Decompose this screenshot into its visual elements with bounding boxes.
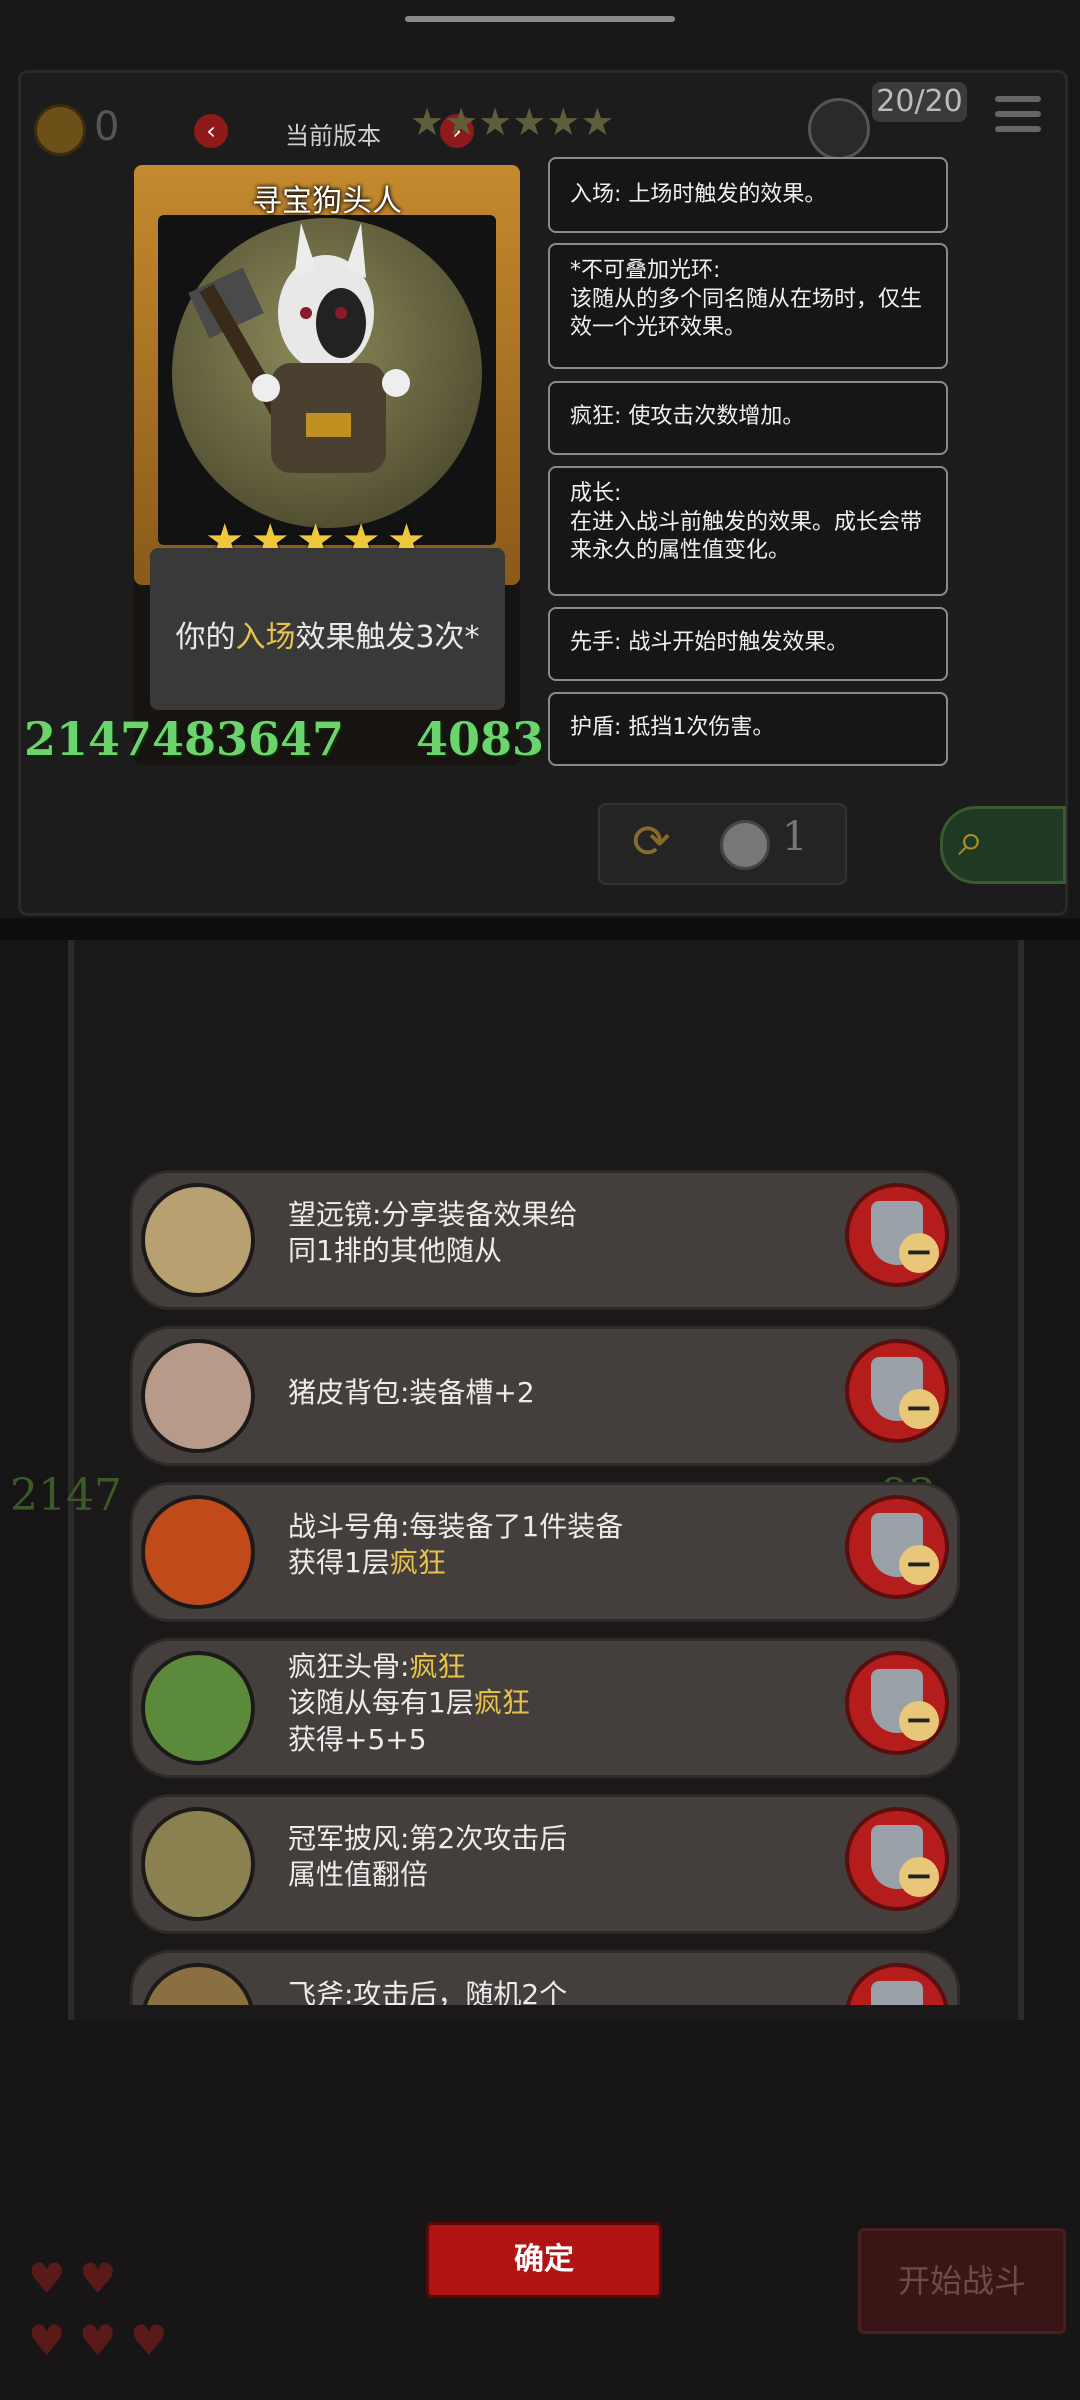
keyword-title: *不可叠加光环: [570,258,721,283]
equipment-item-telescope[interactable]: 望远镜:分享装备效果给 同1排的其他随从 − [130,1170,960,1310]
keyword-title: 成长: [570,481,622,506]
shield-icon [871,1981,923,2005]
minus-icon: − [899,1545,939,1585]
desc-line: 猪皮背包:装备槽+2 [288,1376,535,1409]
token-icon [720,820,770,870]
remove-equipment-button[interactable]: − [845,1339,949,1443]
equipment-desc: 疯狂头骨:疯狂 该随从每有1层疯狂 获得+5+5 [288,1649,808,1758]
confirm-button[interactable]: 确定 [426,2222,662,2298]
panel-divider [0,918,1080,940]
keyword-tooltip-growth: 成长: 在进入战斗前触发的效果。成长会带来永久的属性值变化。 [548,466,948,596]
desc-line: 获得+5+5 [288,1722,427,1756]
minus-icon: − [899,1701,939,1741]
attack-value: 2147483647 [24,712,345,766]
desc-prefix: 你的 [175,620,236,655]
equipment-item-champion-cloak[interactable]: 冠军披风:第2次攻击后 属性值翻倍 − [130,1794,960,1934]
coin-count: 0 [94,104,120,150]
card-description: 你的入场效果触发3次* [150,612,505,656]
keyword-text: 在进入战斗前触发的效果。成长会带来永久的属性值变化。 [570,509,923,564]
keyword-tooltip-first-strike: 先手: 战斗开始时触发效果。 [548,607,948,681]
start-battle-button[interactable]: 开始战斗 [858,2228,1066,2334]
equipment-item-pig-backpack[interactable]: 猪皮背包:装备槽+2 − [130,1326,960,1466]
equipment-desc: 冠军披风:第2次攻击后 属性值翻倍 [288,1821,808,1894]
keyword-text: 护盾: 抵挡1次伤害。 [570,715,775,740]
desc-keyword: 入场 [235,620,296,655]
flying-axe-icon [141,1963,255,2005]
health-value: 4083 [416,712,545,766]
team-count-badge: 20/20 [872,82,967,122]
keyword-text: 疯狂: 使攻击次数增加。 [570,404,805,429]
prev-version-button[interactable]: ‹ [194,114,228,148]
equipment-item-frenzy-skull[interactable]: 疯狂头骨:疯狂 该随从每有1层疯狂 获得+5+5 − [130,1638,960,1778]
avatar-icon[interactable] [808,98,870,160]
frenzy-skull-icon [141,1651,255,1765]
desc-line: 疯狂头骨:疯狂 [288,1649,808,1685]
desc-keyword: 疯狂 [389,1546,446,1580]
minus-icon: − [899,1233,939,1273]
remove-equipment-button[interactable]: − [845,1183,949,1287]
desc-suffix: 效果触发3次* [295,620,480,655]
minus-icon: − [899,1857,939,1897]
refresh-icon[interactable]: ⟳ [632,814,671,868]
hearts-icon: ♥ ♥ ♥ ♥ ♥ [28,2254,168,2365]
keyword-text: 该随从的多个同名随从在场时，仅生效一个光环效果。 [570,286,923,341]
desc-text: 该随从每有1层 [288,1686,474,1720]
equipment-list[interactable]: 望远镜:分享装备效果给 同1排的其他随从 − 猪皮背包:装备槽+2 − 战斗号角:… [130,1170,960,2005]
telescope-icon [141,1183,255,1297]
version-label: 当前版本 [285,122,381,150]
background-attack-value: 2147 [10,1470,122,1521]
token-count: 1 [782,814,808,860]
desc-text: 获得1层 [288,1546,390,1580]
keyword-tooltip-shield: 护盾: 抵挡1次伤害。 [548,692,948,766]
desc-keyword: 疯狂 [409,1650,466,1683]
remove-equipment-button[interactable]: − [845,1807,949,1911]
remove-equipment-button[interactable]: − [845,1651,949,1755]
equipment-desc: 战斗号角:每装备了1件装备 获得1层疯狂 [288,1509,808,1582]
remove-equipment-button[interactable]: − [845,1963,949,2005]
keyword-tooltip-aura: *不可叠加光环: 该随从的多个同名随从在场时，仅生效一个光环效果。 [548,243,948,369]
equipment-item-battle-horn[interactable]: 战斗号角:每装备了1件装备 获得1层疯狂 − [130,1482,960,1622]
menu-icon[interactable] [995,96,1041,141]
minus-icon: − [899,1389,939,1429]
desc-line: 冠军披风:第2次攻击后 [288,1822,568,1855]
champion-cloak-icon [141,1807,255,1921]
keyword-tooltip-frenzy: 疯狂: 使攻击次数增加。 [548,381,948,455]
keyword-text: 先手: 战斗开始时触发效果。 [570,630,849,655]
keyword-text: 入场: 上场时触发的效果。 [570,182,827,207]
equipment-desc: 望远镜:分享装备效果给 同1排的其他随从 [288,1197,808,1270]
desc-text: 疯狂头骨: [288,1650,410,1683]
version-stars: ★★★★★★ [410,100,615,144]
equipment-desc: 猪皮背包:装备槽+2 [288,1375,808,1411]
equipment-item-flying-axe[interactable]: 飞斧:攻击后，随机2个 − [130,1950,960,2005]
kobold-figure-icon [188,223,410,473]
search-icon: ⌕ [958,812,984,866]
desc-line: 同1排的其他随从 [288,1234,502,1268]
desc-keyword: 疯狂 [473,1686,530,1720]
coin-icon [34,104,86,156]
desc-line: 望远镜:分享装备效果给 [288,1198,578,1231]
desc-line: 飞斧:攻击后，随机2个 [288,1978,568,2005]
keyword-tooltip-entry: 入场: 上场时触发的效果。 [548,157,948,233]
equipment-desc: 飞斧:攻击后，随机2个 [288,1977,808,2005]
pig-backpack-icon [141,1339,255,1453]
remove-equipment-button[interactable]: − [845,1495,949,1599]
desc-line: 属性值翻倍 [288,1858,429,1892]
home-indicator [405,16,675,22]
battle-horn-icon [141,1495,255,1609]
desc-line: 获得1层疯狂 [288,1545,808,1581]
desc-line: 战斗号角:每装备了1件装备 [288,1510,624,1543]
desc-line: 该随从每有1层疯狂 [288,1685,808,1721]
minion-name: 寻宝狗头人 [252,184,402,219]
